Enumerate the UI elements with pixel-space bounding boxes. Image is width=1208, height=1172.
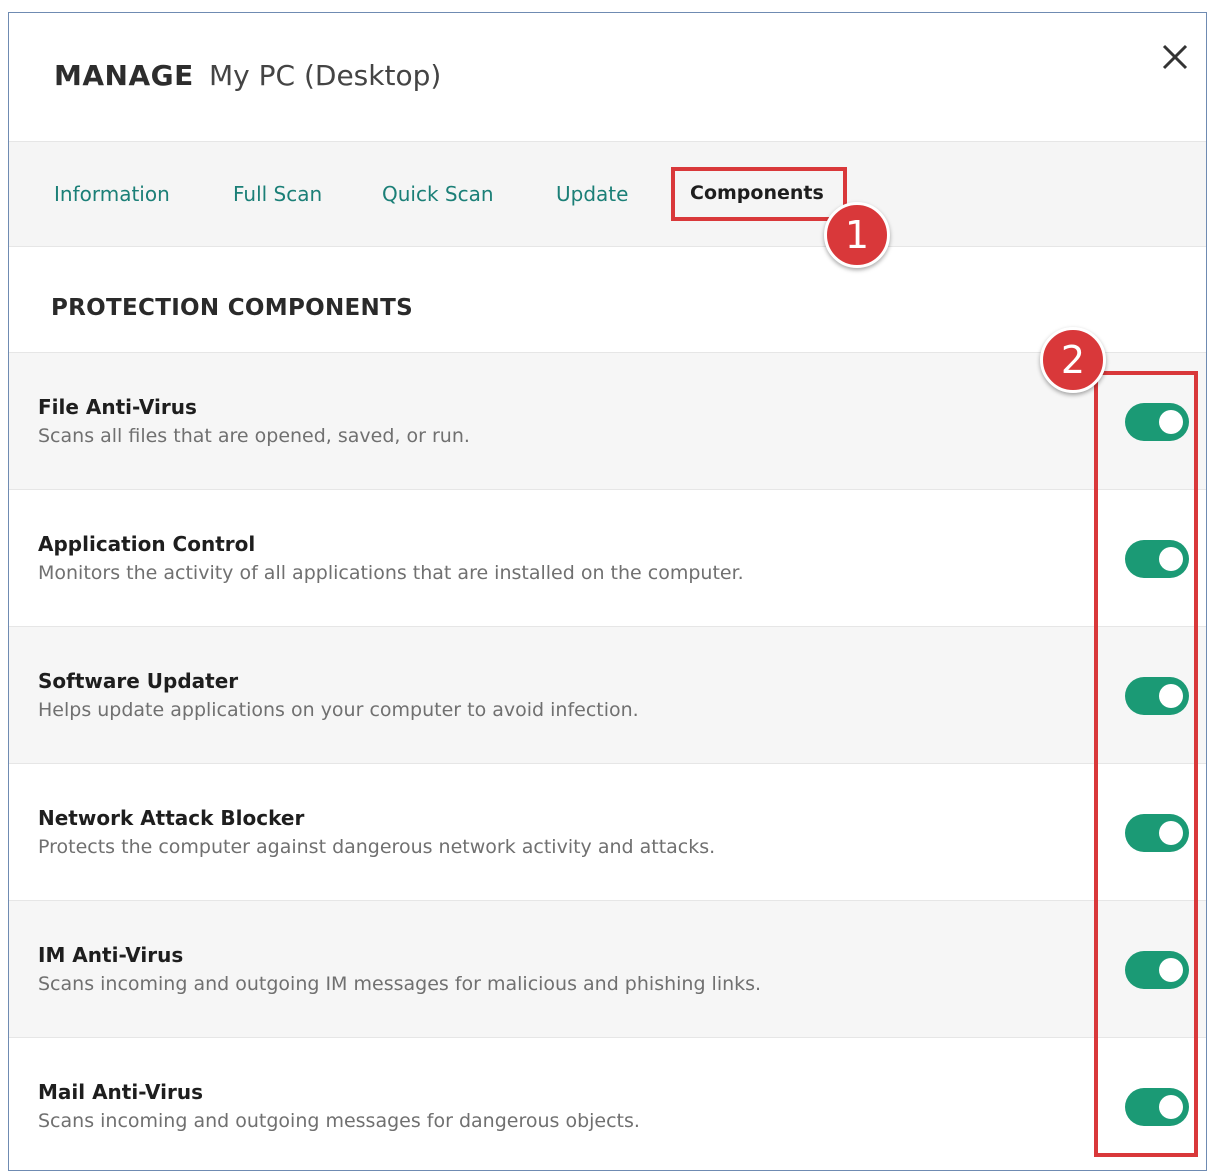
tab-quick-scan[interactable]: Quick Scan bbox=[382, 182, 494, 206]
component-description: Scans incoming and outgoing messages for… bbox=[38, 1110, 640, 1132]
tab-information[interactable]: Information bbox=[54, 182, 170, 206]
device-name: My PC (Desktop) bbox=[209, 59, 442, 92]
tab-update[interactable]: Update bbox=[556, 182, 628, 206]
components-tab-highlight bbox=[671, 167, 847, 221]
component-description: Helps update applications on your comput… bbox=[38, 699, 639, 721]
component-description: Protects the computer against dangerous … bbox=[38, 836, 716, 858]
close-icon[interactable] bbox=[1159, 41, 1191, 73]
toggles-highlight bbox=[1094, 371, 1198, 1157]
component-row-application-control: Application Control Monitors the activit… bbox=[9, 489, 1206, 626]
component-name: Network Attack Blocker bbox=[38, 806, 305, 830]
component-name: Software Updater bbox=[38, 669, 239, 693]
section-title: PROTECTION COMPONENTS bbox=[51, 295, 413, 321]
step-badge-2: 2 bbox=[1040, 327, 1106, 393]
dialog-header: MANAGE My PC (Desktop) bbox=[9, 13, 1206, 141]
component-name: IM Anti-Virus bbox=[38, 943, 184, 967]
component-description: Scans all files that are opened, saved, … bbox=[38, 425, 470, 447]
component-name: Application Control bbox=[38, 532, 256, 556]
component-row-file-anti-virus: File Anti-Virus Scans all files that are… bbox=[9, 352, 1206, 489]
tab-full-scan[interactable]: Full Scan bbox=[233, 182, 322, 206]
component-name: File Anti-Virus bbox=[38, 395, 197, 419]
component-name: Mail Anti-Virus bbox=[38, 1080, 204, 1104]
component-description: Scans incoming and outgoing IM messages … bbox=[38, 973, 762, 995]
manage-dialog: MANAGE My PC (Desktop) Information Full … bbox=[8, 12, 1207, 1171]
components-list: File Anti-Virus Scans all files that are… bbox=[9, 352, 1206, 1170]
component-row-im-anti-virus: IM Anti-Virus Scans incoming and outgoin… bbox=[9, 900, 1206, 1037]
component-row-network-attack-blocker: Network Attack Blocker Protects the comp… bbox=[9, 763, 1206, 900]
step-badge-1: 1 bbox=[824, 202, 890, 268]
dialog-title: MANAGE bbox=[54, 59, 194, 92]
tab-bar: Information Full Scan Quick Scan Update … bbox=[9, 141, 1206, 247]
component-description: Monitors the activity of all application… bbox=[38, 562, 744, 584]
component-row-software-updater: Software Updater Helps update applicatio… bbox=[9, 626, 1206, 763]
component-row-mail-anti-virus: Mail Anti-Virus Scans incoming and outgo… bbox=[9, 1037, 1206, 1170]
